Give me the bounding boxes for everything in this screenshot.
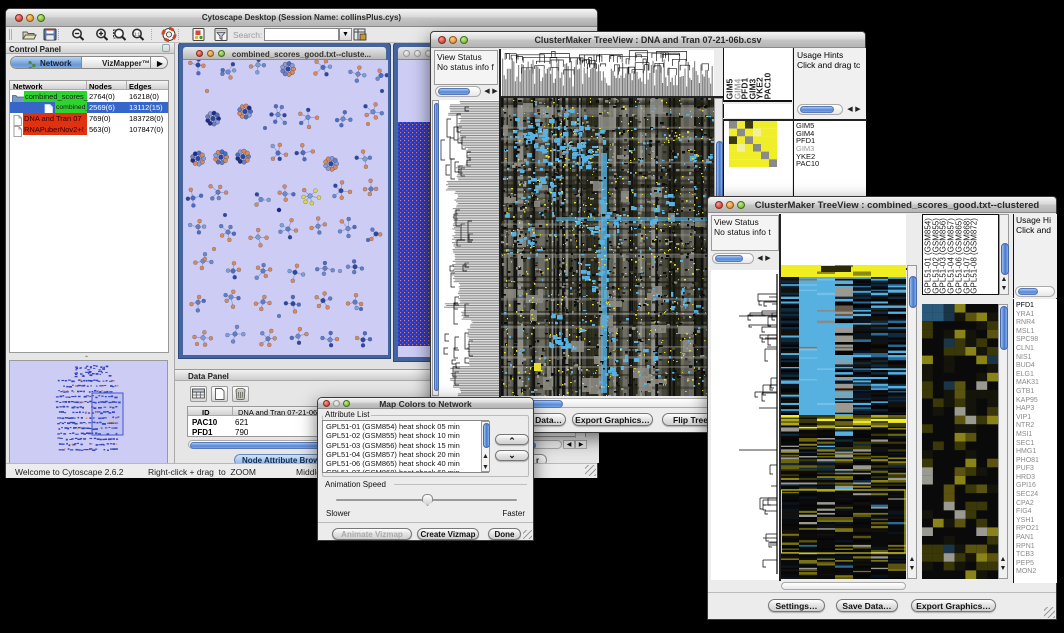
svg-text:1:1: 1:1 — [134, 32, 141, 37]
